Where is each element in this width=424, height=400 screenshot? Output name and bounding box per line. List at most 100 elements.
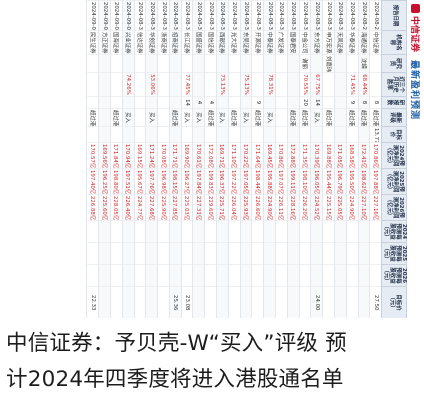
table-row: 2024-08-30 广发证券 170.86亿 197.07亿 226.11亿 bbox=[275, 0, 288, 318]
table-cell: 光大证券 bbox=[228, 30, 241, 55]
table-cell: 171.35亿 bbox=[299, 142, 311, 169]
table-cell: 2024-08-30 bbox=[181, 0, 193, 31]
column-header: 研报数 bbox=[381, 96, 407, 109]
table-cell: 长江证券 bbox=[181, 30, 193, 55]
table-cell bbox=[110, 126, 123, 143]
table-cell: 226.11亿 bbox=[275, 194, 288, 221]
table-cell bbox=[358, 286, 370, 318]
table-cell: 刘嘉玮 bbox=[322, 54, 335, 73]
table-cell bbox=[287, 264, 300, 287]
table-cell bbox=[134, 108, 146, 127]
table-cell bbox=[240, 286, 252, 318]
table-cell bbox=[157, 242, 170, 265]
table-cell: 171.05亿 bbox=[334, 142, 347, 169]
table-row: 2024-08-30 浙商证券 170.08亿 196.98亿 225.90亿 bbox=[157, 0, 170, 318]
table-cell: 华泰证券 bbox=[346, 30, 359, 55]
table-cell bbox=[240, 220, 252, 243]
table-cell: 2024-08-30 bbox=[310, 0, 323, 31]
table-body: 2024-08-29 中信证券 8 超过港 13.77 170.86亿 197.88亿 227… bbox=[86, 0, 382, 318]
table-cell bbox=[204, 72, 217, 97]
table-cell bbox=[263, 286, 276, 318]
table-cell bbox=[98, 264, 111, 287]
table-cell bbox=[358, 264, 370, 287]
table-cell: 195.50亿 bbox=[346, 168, 359, 195]
table-row: 2024-08-29 中信证券 8 超过港 13.77 170.86亿 197.88亿 227… bbox=[369, 0, 382, 318]
table-cell bbox=[134, 242, 146, 265]
table-cell bbox=[110, 286, 123, 318]
table-cell bbox=[110, 72, 123, 97]
table-cell bbox=[181, 54, 193, 73]
table-cell bbox=[334, 286, 347, 318]
headline-line-1: 中信证券：予贝壳-W“买入”评级 预 bbox=[6, 331, 347, 356]
table-cell bbox=[334, 242, 347, 265]
table-cell: 8 bbox=[369, 96, 382, 109]
table-cell bbox=[322, 72, 335, 97]
table-row: 2024-08-31 信达证券 169.15亿 195.67亿 224.77亿 bbox=[134, 0, 146, 318]
table-cell: 74.26% bbox=[122, 72, 135, 97]
table-cell: 224.77亿 bbox=[134, 194, 146, 221]
table-cell bbox=[251, 220, 264, 243]
table-cell bbox=[98, 126, 111, 143]
table-row: 2024-09-02 方正证券 169.56亿 196.25亿 225.60亿 bbox=[98, 0, 111, 318]
table-cell bbox=[299, 264, 311, 287]
table-cell: 买入 bbox=[240, 108, 252, 127]
column-header: 2026预测净利润（亿元） bbox=[381, 194, 407, 221]
table-header-bar: 中信证券 最新盈利预测 bbox=[408, 0, 424, 318]
table-cell: 13.77 bbox=[369, 126, 382, 143]
table-cell bbox=[228, 126, 241, 143]
news-headline[interactable]: 中信证券：予贝壳-W“买入”评级 预 计2024年四季度将进入港股通名单 bbox=[6, 326, 420, 398]
table-cell: 2024-08-31 bbox=[134, 0, 146, 31]
table-cell bbox=[299, 286, 311, 318]
table-row: 2024-08-30 开源证券 9 超过港 171.64亿 198.44亿 226.60亿 bbox=[251, 0, 264, 318]
table-cell: 2024-08-31 bbox=[145, 0, 158, 31]
table-cell: 225.60亿 bbox=[98, 194, 111, 221]
table-cell: 228.16亿 bbox=[287, 194, 300, 221]
table-cell: 买入 bbox=[145, 108, 158, 127]
table-cell bbox=[122, 220, 135, 243]
table-cell: 224.90亿 bbox=[346, 194, 359, 221]
table-cell bbox=[334, 54, 347, 73]
table-cell: 超过港 bbox=[169, 108, 182, 127]
table-cell: 169.88亿 bbox=[322, 142, 335, 169]
table-cell: 197.84亿 bbox=[193, 168, 205, 195]
table-cell bbox=[240, 96, 252, 109]
table-cell: 170.57亿 bbox=[86, 142, 99, 169]
table-cell bbox=[110, 242, 123, 265]
table-cell bbox=[134, 286, 146, 318]
table-cell: 196.98亿 bbox=[157, 168, 170, 195]
table-cell bbox=[145, 54, 158, 73]
table-cell bbox=[193, 242, 205, 265]
table-cell: 国信证券 bbox=[204, 30, 217, 55]
table-cell bbox=[251, 72, 264, 97]
table-cell bbox=[275, 54, 288, 73]
table-cell: 170.08亿 bbox=[157, 142, 170, 169]
table-cell: 171.84亿 bbox=[110, 142, 123, 169]
table-cell bbox=[86, 220, 99, 243]
table-cell bbox=[169, 72, 182, 97]
table-cell bbox=[98, 54, 111, 73]
table-cell: 2024-08-30 bbox=[322, 0, 335, 31]
table-cell: 70.55% bbox=[299, 72, 311, 97]
table-cell: 2024-09-02 bbox=[110, 0, 123, 31]
table-cell bbox=[157, 108, 170, 127]
table-cell: 超过港 bbox=[346, 108, 359, 127]
table-cell: 超过港 bbox=[322, 108, 335, 127]
table-cell: 169.56亿 bbox=[98, 142, 111, 169]
table-cell bbox=[204, 126, 217, 143]
table-cell bbox=[157, 72, 170, 97]
table-cell bbox=[204, 286, 217, 318]
table-cell bbox=[110, 54, 123, 73]
table-cell: 68.44% bbox=[358, 72, 370, 97]
table-cell bbox=[263, 264, 276, 287]
table-cell bbox=[181, 242, 193, 265]
table-cell: 2024-08-30 bbox=[193, 0, 205, 31]
table-cell: 2024-08-29 bbox=[358, 0, 370, 31]
table-cell bbox=[251, 264, 264, 287]
table-cell: 226.88亿 bbox=[86, 194, 99, 221]
table-cell bbox=[369, 264, 382, 287]
table-cell bbox=[216, 54, 229, 73]
table-cell bbox=[86, 242, 99, 265]
table-cell bbox=[134, 72, 146, 97]
table-cell bbox=[240, 242, 252, 265]
table-cell bbox=[369, 72, 382, 97]
